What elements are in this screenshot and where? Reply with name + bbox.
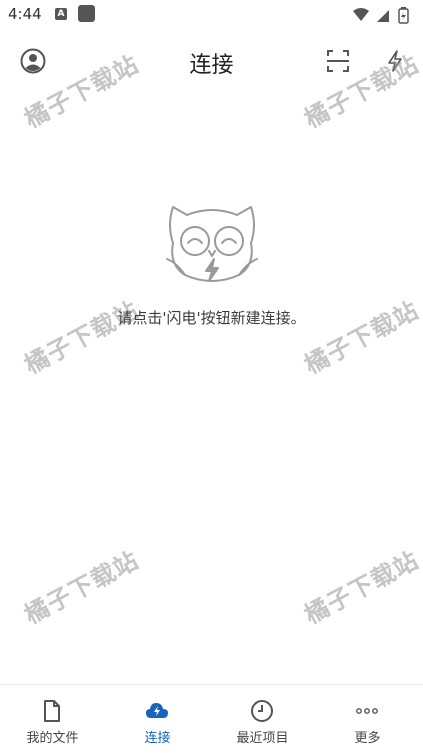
watermark: 橘子下载站 <box>299 296 423 380</box>
nav-label: 我的文件 <box>26 731 79 746</box>
nav-label: 更多 <box>354 731 381 746</box>
watermark: 橘子下载站 <box>19 296 144 380</box>
cloud-icon <box>146 703 168 718</box>
watermark: 橘子下载站 <box>299 546 423 630</box>
file-icon <box>44 700 60 722</box>
status-time: 4:44 <box>8 5 42 23</box>
nav-item-more[interactable]: 更多 <box>315 685 420 753</box>
nav-item-my-files[interactable]: 我的文件 <box>0 685 105 753</box>
nav-item-connections[interactable]: 连接 <box>105 685 210 753</box>
nav-label: 最近项目 <box>236 731 289 746</box>
status-bar: 4:44 A <box>0 0 423 30</box>
watermark: 橘子下载站 <box>19 546 144 630</box>
bottom-nav: 我的文件 连接 最近项目 更多 <box>0 684 423 753</box>
owl-icon <box>166 206 258 282</box>
notification-a-icon: A <box>55 8 67 20</box>
notification-app-icon <box>78 5 95 22</box>
nav-item-recent[interactable]: 最近项目 <box>210 685 315 753</box>
clock-icon <box>251 700 273 722</box>
more-icon <box>356 708 378 714</box>
scan-icon[interactable] <box>326 49 350 73</box>
nav-label: 连接 <box>144 731 171 746</box>
empty-state-message: 请点击'闪电'按钮新建连接。 <box>117 309 306 327</box>
status-icons <box>353 7 409 24</box>
